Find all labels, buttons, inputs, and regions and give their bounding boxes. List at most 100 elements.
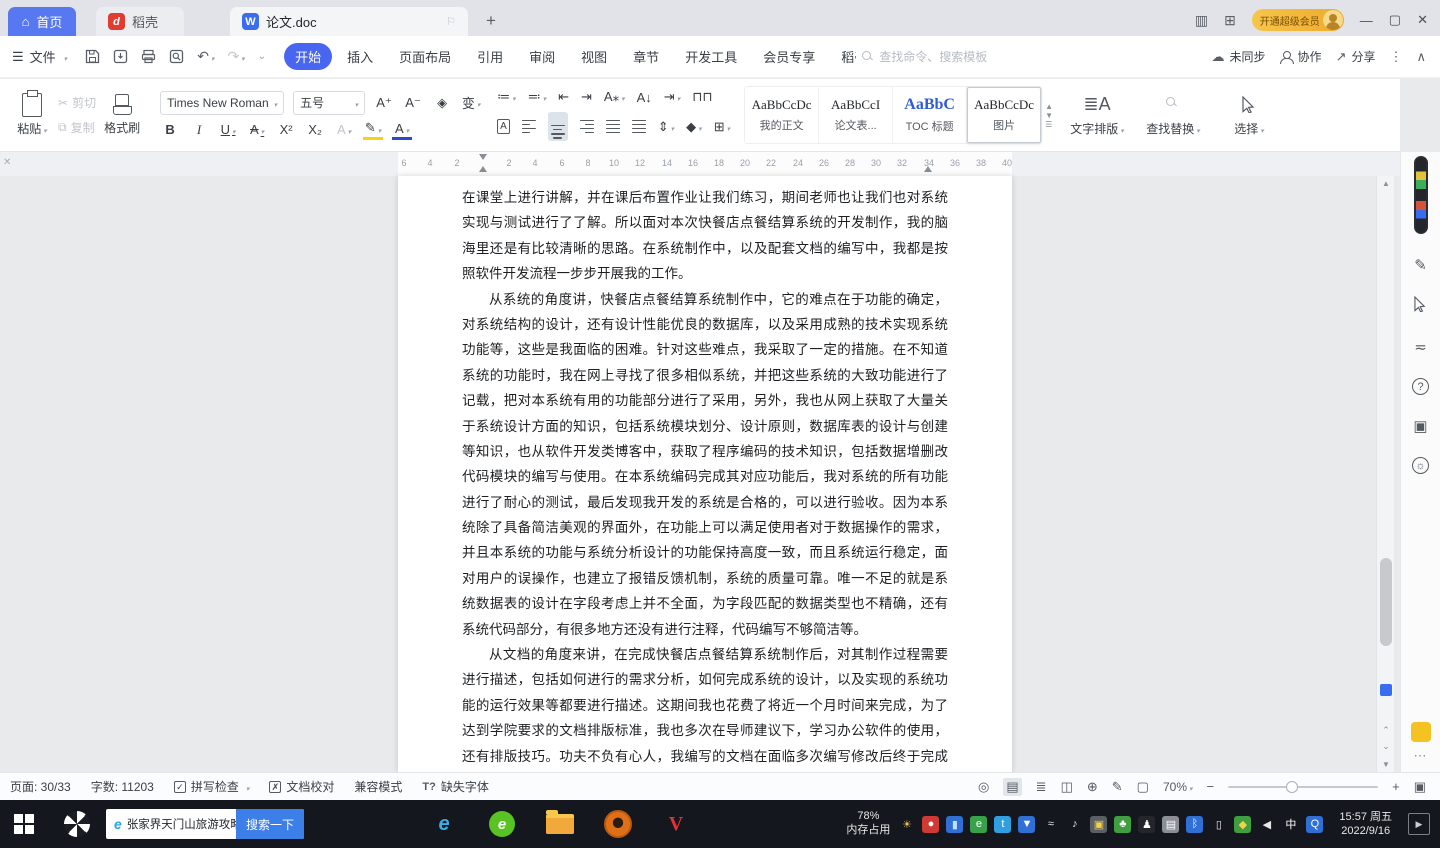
- share-button[interactable]: ↗ 分享: [1336, 48, 1376, 65]
- word-count[interactable]: 字数: 11203: [91, 778, 154, 795]
- decrease-font-button[interactable]: A⁻: [403, 93, 423, 113]
- web-view-button[interactable]: ⊕: [1087, 779, 1098, 795]
- first-line-indent-marker[interactable]: [479, 154, 487, 160]
- taskbar-browser-button[interactable]: e: [482, 804, 522, 844]
- diamond-icon[interactable]: ◆: [1234, 815, 1252, 833]
- style-card[interactable]: AaBbCcDc 我的正文: [745, 87, 820, 143]
- tab-document[interactable]: W 论文.doc ⚐: [230, 7, 468, 36]
- ribbon-tab[interactable]: 开发工具: [674, 43, 748, 70]
- customize-toolbar-caret[interactable]: ⌄: [258, 51, 266, 62]
- align-left-button[interactable]: [521, 119, 536, 134]
- taskbar-game-button[interactable]: [598, 804, 638, 844]
- ribbon-tab[interactable]: 引用: [466, 43, 514, 70]
- collaborate-button[interactable]: 协作: [1279, 48, 1322, 65]
- document-line[interactable]: 统除了具备简洁美观的界面外，在功能上可以满足使用者对于数据操作的需求，: [462, 516, 948, 541]
- taskbar-search-button[interactable]: 搜索一下: [236, 809, 305, 839]
- scroll-up-button[interactable]: ▲: [1377, 179, 1395, 188]
- maximize-button[interactable]: ▢: [1389, 12, 1401, 28]
- fit-page-button[interactable]: ▢: [1137, 779, 1149, 795]
- document-line[interactable]: 对系统结构的设计，还有设计性能优良的数据库，以及采用成熟的技术实现系统: [462, 313, 948, 338]
- underline-button[interactable]: U: [218, 120, 238, 140]
- scroll-down-button[interactable]: ▼: [1377, 760, 1395, 769]
- style-gallery-more-button[interactable]: ☰: [1045, 120, 1053, 129]
- command-search[interactable]: 查找命令、搜索模板: [862, 48, 987, 65]
- page-view-button[interactable]: ▤: [1003, 777, 1022, 796]
- sort-button[interactable]: A↓: [637, 90, 652, 105]
- borders-button[interactable]: ⊞: [714, 119, 730, 135]
- paste-button[interactable]: 粘贴: [8, 84, 56, 146]
- next-page-button[interactable]: ⌄: [1377, 741, 1395, 752]
- taskbar-clock[interactable]: 15:57 周五 2022/9/16: [1339, 810, 1392, 839]
- volume-icon[interactable]: ◀: [1258, 816, 1275, 833]
- document-line[interactable]: 系统的功能时，我在网上寻找了很多相似系统，并把这些系统的大致功能进行了: [462, 364, 948, 389]
- format-painter-button[interactable]: 格式刷: [98, 84, 146, 146]
- document-line[interactable]: 进行描述，包括如何进行的需求分析，如何完成系统的设计，以及实现的系统功: [462, 668, 948, 693]
- tips-icon[interactable]: ☼: [1412, 457, 1429, 474]
- battery-icon[interactable]: ▯: [1210, 816, 1227, 833]
- ribbon-tab[interactable]: 插入: [336, 43, 384, 70]
- member-badge[interactable]: 开通超级会员: [1251, 9, 1344, 31]
- scrollbar-thumb[interactable]: [1380, 558, 1392, 646]
- left-indent-marker[interactable]: [479, 166, 487, 172]
- ribbon-tab[interactable]: 开始: [284, 43, 333, 70]
- increase-indent-button[interactable]: ⇥: [581, 89, 592, 105]
- bluetooth-icon[interactable]: ᛒ: [1186, 815, 1204, 833]
- ribbon-tab[interactable]: 页面布局: [388, 43, 462, 70]
- zoom-out-button[interactable]: −: [1207, 779, 1215, 794]
- document-line[interactable]: 并且本系统的功能与系统分析设计的功能保持高度一致，而且系统运行稳定，面: [462, 541, 948, 566]
- style-card[interactable]: AaBbCcI 论文表...: [819, 87, 894, 143]
- highlight-color-button[interactable]: ✎: [363, 120, 384, 140]
- ribbon-tab[interactable]: 章节: [622, 43, 670, 70]
- line-spacing-button[interactable]: ⇕: [658, 119, 674, 135]
- shield-icon[interactable]: ▼: [1018, 815, 1036, 833]
- font-name-select[interactable]: Times New Roman: [160, 90, 285, 115]
- distribute-button[interactable]: [631, 119, 646, 134]
- start-button[interactable]: [0, 800, 48, 848]
- style-card[interactable]: AaBbCcDc 图片: [967, 87, 1042, 143]
- font-color-button[interactable]: A: [392, 120, 413, 140]
- taskbar-search[interactable]: e 张家界天门山旅游攻略 搜索一下: [106, 809, 305, 839]
- document-line[interactable]: 于系统设计方面的知识，包括系统模块划分、设计原则，数据库表的设计与创建: [462, 415, 948, 440]
- ribbon-tab[interactable]: 视图: [570, 43, 618, 70]
- missing-font-warning[interactable]: T? 缺失字体: [422, 778, 488, 795]
- pin-icon[interactable]: ⚐: [446, 15, 456, 28]
- tab-docer[interactable]: d 稻壳: [96, 7, 184, 36]
- decrease-indent-button[interactable]: ⇤: [558, 89, 569, 105]
- document-line[interactable]: 系统代码部分，有很多地方还没有进行注释，代码编写不够简洁等。: [462, 618, 948, 643]
- style-gallery-up-button[interactable]: ▲: [1045, 102, 1053, 111]
- taskbar-video-app-button[interactable]: V: [656, 804, 696, 844]
- shading-button[interactable]: ◆: [686, 119, 702, 135]
- tab-home[interactable]: ⌂ 首页: [8, 7, 76, 36]
- style-card[interactable]: AaBbC TOC 标题: [893, 87, 968, 143]
- wifi-icon[interactable]: ≈: [1042, 816, 1059, 833]
- close-button[interactable]: ✕: [1417, 12, 1428, 28]
- text-effects-button[interactable]: A: [334, 120, 354, 140]
- select-button[interactable]: 选择: [1214, 84, 1284, 146]
- ink-view-button[interactable]: ✎: [1112, 779, 1123, 795]
- document-line[interactable]: 等知识，也从软件开发类博客中，获取了程序编码的技术知识，包括数据增删改: [462, 440, 948, 465]
- text-layout-button[interactable]: ≣A 文字排版: [1062, 84, 1132, 146]
- bold-button[interactable]: B: [160, 120, 180, 140]
- more-options-icon[interactable]: ⋮: [1389, 49, 1402, 65]
- justify-button[interactable]: [605, 119, 620, 134]
- taskbar-ie-button[interactable]: e: [424, 804, 464, 844]
- ribbon-tab[interactable]: 审阅: [518, 43, 566, 70]
- file-menu-button[interactable]: ☰ 文件: [12, 47, 67, 66]
- ribbon-tab[interactable]: 会员专享: [752, 43, 826, 70]
- italic-button[interactable]: I: [189, 120, 209, 140]
- compat-mode-badge[interactable]: 兼容模式: [354, 778, 402, 795]
- adjust-settings-icon[interactable]: ≂: [1414, 338, 1427, 356]
- proofread-toggle[interactable]: ✗ 文档校对: [269, 778, 334, 795]
- document-line[interactable]: 海里还是有比较清晰的思路。在系统制作中，以及配套文档的编写中，我都是按: [462, 237, 948, 262]
- align-right-button[interactable]: [579, 119, 594, 134]
- find-replace-button[interactable]: 查找替换: [1138, 84, 1208, 146]
- photos-icon[interactable]: ▣: [1090, 815, 1108, 833]
- save-icon[interactable]: [85, 49, 100, 64]
- numbered-list-button[interactable]: ≕: [528, 89, 547, 105]
- wps-text-effect-button[interactable]: A⁎: [604, 89, 625, 105]
- show-desktop-button[interactable]: ▶: [1408, 813, 1430, 835]
- cut-button[interactable]: ✂ 剪切: [58, 94, 96, 111]
- superscript-button[interactable]: X²: [276, 120, 296, 140]
- quark-icon[interactable]: Q: [1306, 815, 1324, 833]
- workspace-layout-icon[interactable]: ▥: [1195, 12, 1208, 29]
